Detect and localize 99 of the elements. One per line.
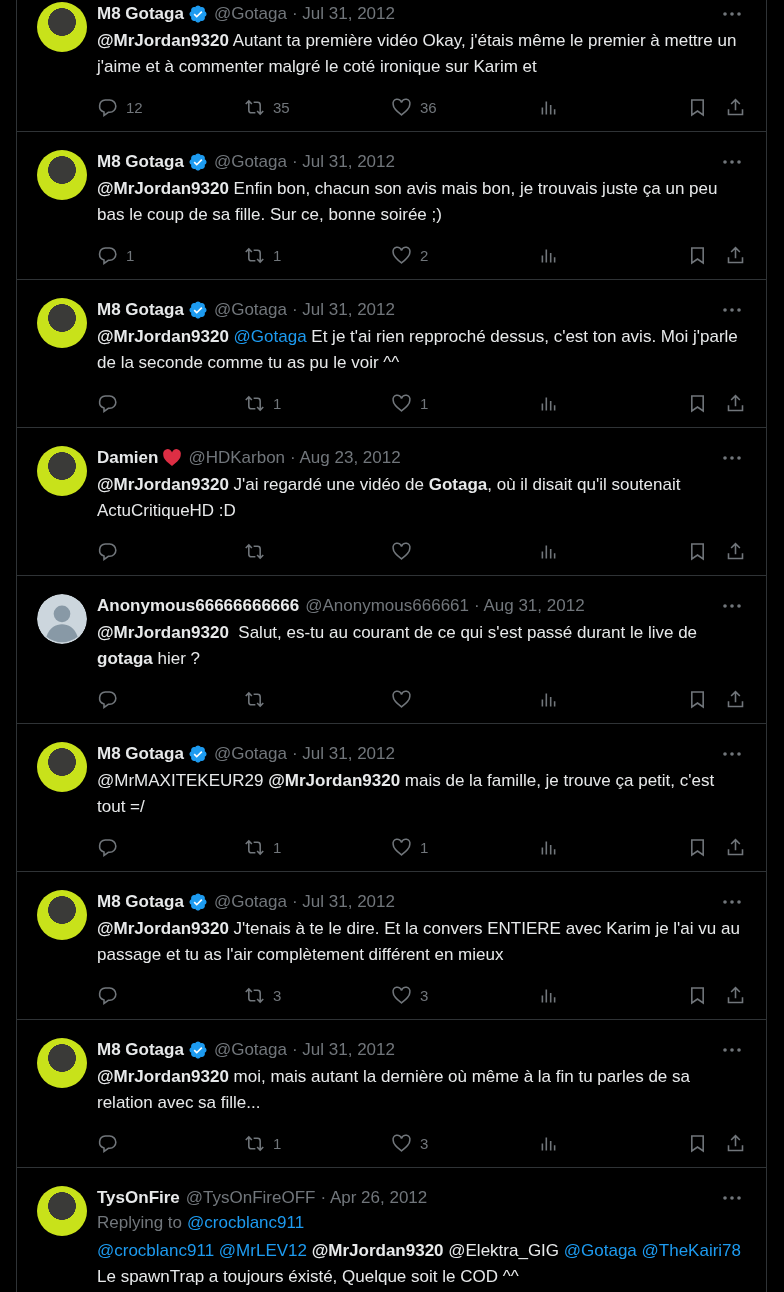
author-name[interactable]: M8 Gotaga: [97, 4, 184, 24]
tweet-text: @MrJordan9320 J'ai regardé une vidéo de Gotaga, où il disait qu'il soutenait ActuCritiqueHD :D: [97, 474, 682, 522]
more-options-icon[interactable]: [722, 307, 742, 313]
mention-link[interactable]: @Gotaga: [233, 327, 307, 346]
avatar-photo[interactable]: [37, 742, 87, 792]
share-icon[interactable]: [725, 984, 746, 1006]
tweet-date[interactable]: · Jul 31, 2012: [291, 300, 395, 320]
more-options-icon[interactable]: [722, 751, 742, 757]
like-icon[interactable]: [391, 1132, 412, 1154]
avatar-photo[interactable]: [37, 298, 87, 348]
like-count: 36: [420, 98, 437, 116]
mention-link[interactable]: @MrLEV12: [218, 1241, 307, 1260]
avatar-photo[interactable]: [37, 1038, 87, 1088]
tweet-date[interactable]: · Jul 31, 2012: [291, 4, 395, 24]
user-handle[interactable]: @Gotaga: [213, 300, 287, 320]
user-handle[interactable]: @Gotaga: [213, 892, 287, 912]
like-count: 1: [420, 394, 429, 412]
reply-icon[interactable]: [97, 688, 118, 710]
user-handle[interactable]: @Gotaga: [213, 1040, 287, 1060]
tweet-text: @MrJordan9320 @Gotaga Et je t'ai rien repproché dessus, c'est ton avis. Moi j'parle de la seconde comme tu as pu le voir ^^: [97, 326, 739, 374]
more-options-icon[interactable]: [722, 11, 742, 17]
share-icon[interactable]: [725, 836, 746, 858]
reply-icon[interactable]: [97, 836, 118, 858]
more-options-icon[interactable]: [722, 1047, 742, 1053]
reply-count: 12: [126, 98, 143, 116]
tweet-text: @MrJordan9320 Autant ta première vidéo Okay, j'étais même le premier à mettre un j'aime et à commenter malgré le coté ironique sur Karim et: [97, 30, 738, 78]
reply-icon[interactable]: [97, 984, 118, 1006]
like-icon[interactable]: [391, 392, 412, 414]
like-icon[interactable]: [391, 244, 412, 266]
author-name[interactable]: M8 Gotaga: [97, 892, 184, 912]
more-options-icon[interactable]: [722, 1195, 742, 1201]
user-handle[interactable]: @HDKarbon: [188, 448, 286, 468]
like-icon[interactable]: [391, 96, 412, 118]
tweet-date[interactable]: · Jul 31, 2012: [291, 744, 395, 764]
like-count: 2: [420, 246, 429, 264]
avatar-photo[interactable]: [37, 2, 87, 52]
reply-icon[interactable]: [97, 1132, 118, 1154]
user-handle[interactable]: @Anonymous666661: [305, 596, 469, 616]
reply-icon[interactable]: [97, 244, 118, 266]
author-name[interactable]: Anonymous66666666666: [97, 596, 300, 616]
like-icon[interactable]: [391, 984, 412, 1006]
more-options-icon[interactable]: [722, 159, 742, 165]
user-handle[interactable]: @Gotaga: [213, 744, 287, 764]
like-count: 3: [420, 986, 429, 1004]
author-name[interactable]: M8 Gotaga: [97, 744, 184, 764]
avatar-photo[interactable]: [37, 446, 87, 496]
avatar-photo[interactable]: [37, 150, 87, 200]
tweet-date[interactable]: · Jul 31, 2012: [291, 152, 395, 172]
tweet-text: @MrJordan9320 J'tenais à te le dire. Et la convers ENTIERE avec Karim je l'ai vu au passage et tu as l'air complètement différent en mieux: [97, 918, 741, 966]
retweet-count: 3: [273, 986, 282, 1004]
like-icon[interactable]: [391, 540, 412, 562]
like-count: 3: [420, 1134, 429, 1152]
tweet-text: @MrMAXITEKEUR29 @MrJordan9320 mais de la famille, je trouve ça petit, c'est tout =/: [97, 770, 716, 818]
author-name[interactable]: TysOnFire: [97, 1188, 180, 1208]
like-icon[interactable]: [391, 836, 412, 858]
tweet-date[interactable]: · Jul 31, 2012: [291, 1040, 395, 1060]
tweet-text: @MrJordan9320 Enfin bon, chacun son avis mais bon, je trouvais juste ça un peu bas le coup de sa fille. Sur ce, bonne soirée ;): [97, 178, 719, 226]
author-name[interactable]: Damien: [97, 448, 159, 468]
mention-link[interactable]: @crocblanc911: [97, 1241, 219, 1260]
reply-icon[interactable]: [97, 392, 118, 414]
default-avatar-icon[interactable]: [37, 594, 87, 644]
avatar-photo[interactable]: [37, 890, 87, 940]
like-count: 1: [420, 838, 429, 856]
user-handle[interactable]: @Gotaga: [213, 152, 287, 172]
like-icon[interactable]: [391, 688, 412, 710]
share-icon[interactable]: [725, 96, 746, 118]
tweet-date[interactable]: · Aug 31, 2012: [474, 596, 585, 616]
tweet-text: @MrJordan9320 Salut, es-tu au courant de ce qui s'est passé durant le live de gotaga hier ?: [97, 622, 699, 670]
more-options-icon[interactable]: [722, 603, 742, 609]
user-handle[interactable]: @Gotaga: [213, 4, 287, 24]
user-handle[interactable]: @TysOnFireOFF: [185, 1188, 316, 1208]
author-name[interactable]: M8 Gotaga: [97, 152, 184, 172]
share-icon[interactable]: [725, 392, 746, 414]
retweet-count: 1: [273, 1134, 282, 1152]
mention-link[interactable]: @TheKairi78: [641, 1241, 741, 1260]
tweet-date[interactable]: · Apr 26, 2012: [320, 1188, 428, 1208]
replying-to-label: Replying to: [97, 1213, 183, 1232]
retweet-count: 35: [273, 98, 290, 116]
author-name[interactable]: M8 Gotaga: [97, 1040, 184, 1060]
retweet-count: 1: [273, 838, 282, 856]
tweet-date[interactable]: · Jul 31, 2012: [291, 892, 395, 912]
share-icon[interactable]: [725, 244, 746, 266]
more-options-icon[interactable]: [722, 455, 742, 461]
tweet-text: @MrJordan9320 moi, mais autant la dernière où même à la fin tu parles de sa relation avec sa fille...: [97, 1066, 691, 1114]
tweet-text: @crocblanc911 @MrLEV12 @MrJordan9320 @Elektra_GIG @Gotaga @TheKairi78 Le spawnTrap a toujours éxisté, Quelque soit le COD ^^: [97, 1240, 742, 1288]
more-options-icon[interactable]: [722, 899, 742, 905]
mention-link[interactable]: @crocblanc911: [187, 1213, 305, 1232]
retweet-count: 1: [273, 246, 282, 264]
author-name[interactable]: M8 Gotaga: [97, 300, 184, 320]
avatar-photo[interactable]: [37, 1186, 87, 1236]
reply-icon[interactable]: [97, 540, 118, 562]
retweet-count: 1: [273, 394, 282, 412]
reply-icon[interactable]: [97, 96, 118, 118]
share-icon[interactable]: [725, 688, 746, 710]
share-icon[interactable]: [725, 1132, 746, 1154]
tweet-date[interactable]: · Aug 23, 2012: [290, 448, 401, 468]
share-icon[interactable]: [725, 540, 746, 562]
reply-count: 1: [126, 246, 135, 264]
mention-link[interactable]: @Gotaga: [563, 1241, 642, 1260]
